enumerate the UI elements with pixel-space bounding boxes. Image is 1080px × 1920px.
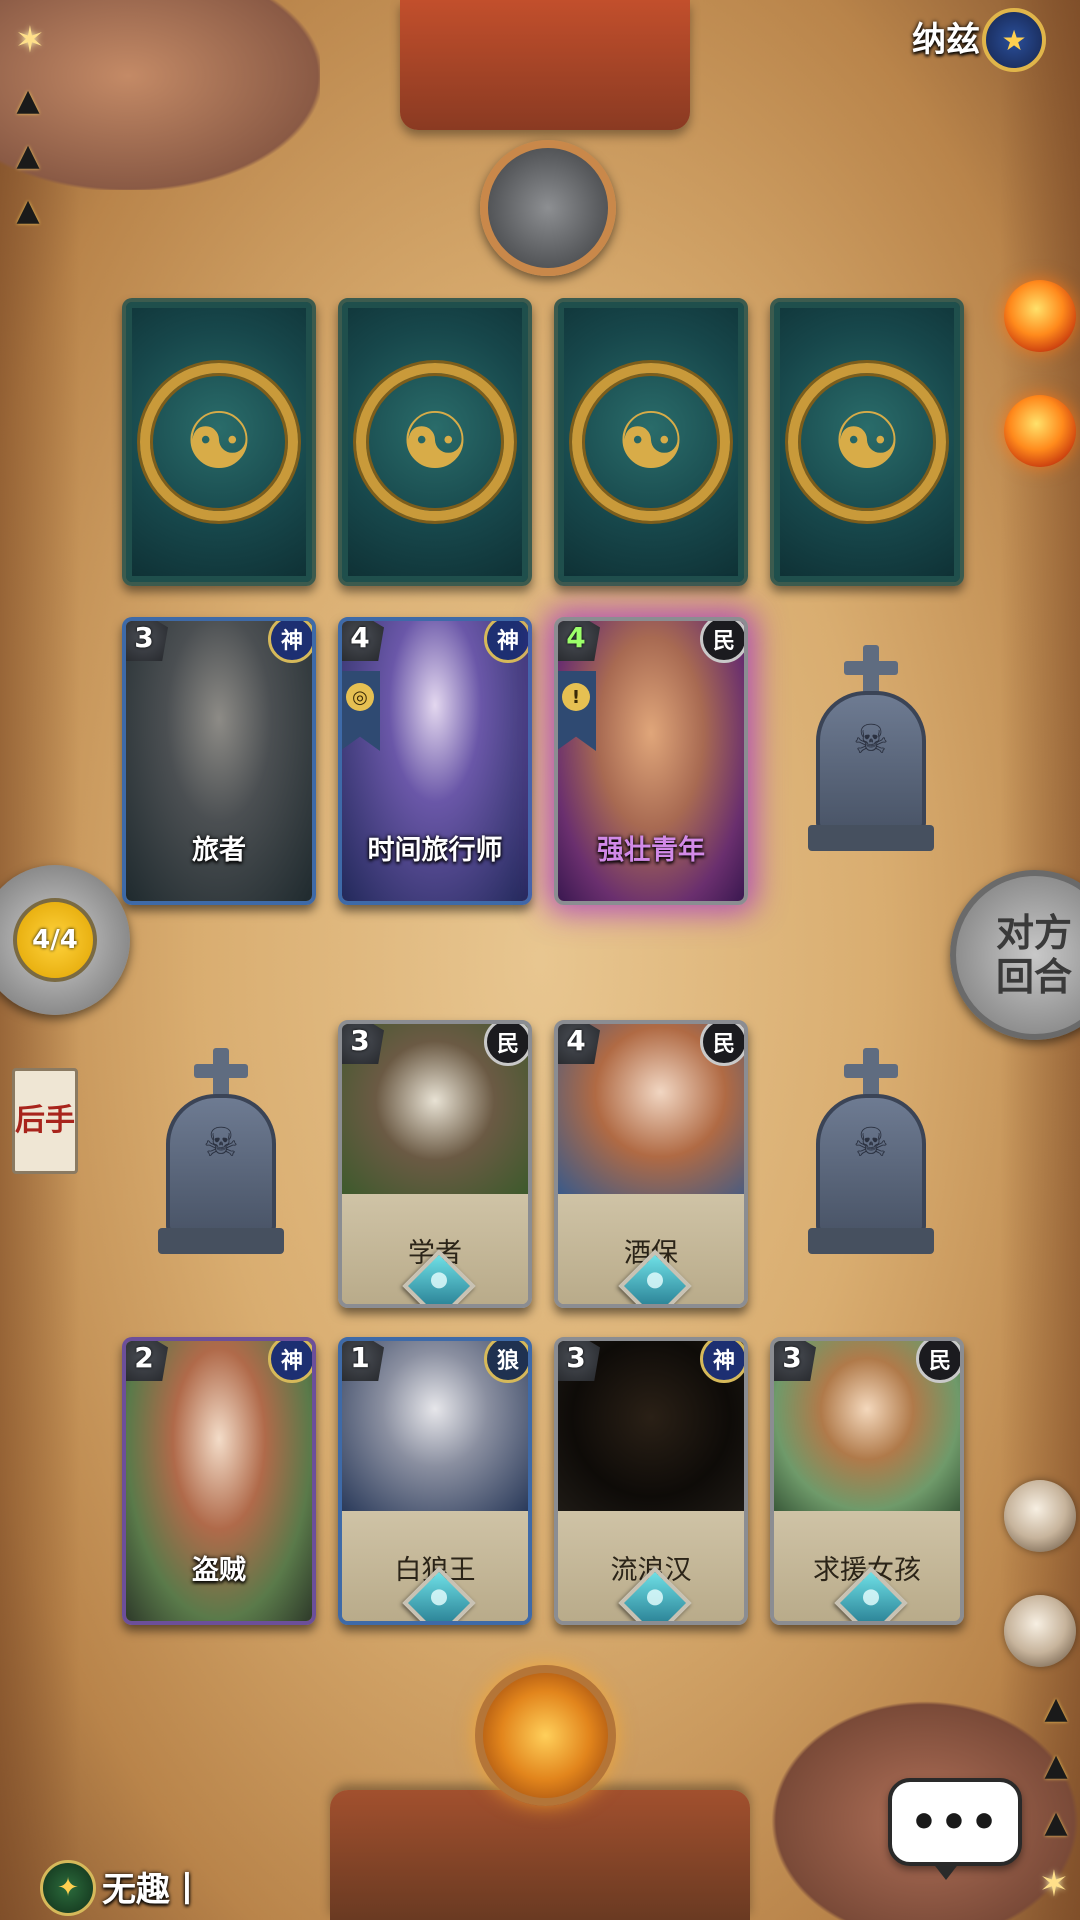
opponent-saloon-building: [400, 0, 690, 130]
end-turn-label: 对方回合: [995, 911, 1072, 999]
card-name: 强壮青年: [597, 835, 705, 866]
wolf-token-icon: ▲: [16, 82, 40, 118]
wolf-crest-icon: ☯: [788, 363, 946, 521]
card-faction-badge: 民: [700, 1024, 744, 1066]
card-cost: 3: [558, 1341, 600, 1381]
card-faction-badge: 神: [268, 1341, 312, 1383]
chat-button[interactable]: •••: [888, 1778, 1022, 1880]
card-faction-badge: 狼: [484, 1341, 528, 1383]
opponent-name: 纳兹: [912, 20, 980, 60]
card-faction-badge: 神: [268, 621, 312, 663]
card-cost: 2: [126, 1341, 168, 1381]
card-cost: 3: [126, 621, 168, 661]
skull-icon: ☠: [816, 691, 926, 831]
card-cost: 1: [342, 1341, 384, 1381]
mana-orb-icon: [1004, 280, 1076, 352]
wolf-crest-icon: ☯: [572, 363, 730, 521]
target-icon: ◎: [346, 683, 374, 711]
mana-orb-empty-icon: [1004, 1480, 1076, 1552]
wolf-token-icon: ▲: [16, 192, 40, 228]
card-cost: 4: [558, 621, 600, 661]
star-icon: ✶: [1038, 1863, 1070, 1905]
card-faction-badge: 民: [484, 1024, 528, 1066]
card-faction-badge: 民: [700, 621, 744, 663]
opponent-hand-card: ☯: [338, 298, 532, 586]
card-name: 盗贼: [192, 1555, 246, 1586]
card-faction-badge: 民: [916, 1341, 960, 1383]
wolf-token-icon: ▲: [16, 137, 40, 173]
turn-order-tag: 后手: [12, 1068, 78, 1174]
opponent-hand-card: ☯: [554, 298, 748, 586]
alert-icon: !: [562, 683, 590, 711]
turn-counter-badge: 4/4: [0, 865, 130, 1015]
book-icon: ★: [1001, 23, 1027, 57]
empty-slot-tombstone: ☠: [808, 1048, 934, 1258]
opponent-board-card[interactable]: ◎ 4 神 时间旅行师: [338, 617, 532, 905]
opponent-board-card[interactable]: 3 神 旅者: [122, 617, 316, 905]
empty-slot-tombstone: ☠: [808, 645, 934, 855]
player-hand-card[interactable]: 3 民 求援女孩: [770, 1337, 964, 1625]
opponent-hand-card: ☯: [770, 298, 964, 586]
opponent-hero-medallion[interactable]: [480, 140, 616, 276]
compass-icon: ✦: [57, 1873, 79, 1903]
card-faction-badge: 神: [700, 1341, 744, 1383]
player-name: 无趣丨: [102, 1870, 204, 1910]
player-avatar[interactable]: ✦: [40, 1860, 96, 1916]
opponent-hand-card: ☯: [122, 298, 316, 586]
player-board-card[interactable]: 4 民 酒保: [554, 1020, 748, 1308]
player-hand-card[interactable]: 2 神 盗贼: [122, 1337, 316, 1625]
card-cost: 3: [774, 1341, 816, 1381]
card-name: 时间旅行师: [367, 835, 503, 866]
skull-icon: ☠: [166, 1094, 276, 1234]
wolf-crest-icon: ☯: [356, 363, 514, 521]
player-hand-card[interactable]: 3 神 流浪汉: [554, 1337, 748, 1625]
player-saloon-building: [330, 1790, 750, 1920]
wolf-token-icon: ▲: [1044, 1690, 1068, 1726]
skull-icon: ☠: [816, 1094, 926, 1234]
card-faction-badge: 神: [484, 621, 528, 663]
empty-slot-tombstone: ☠: [158, 1048, 284, 1258]
opponent-avatar[interactable]: ★: [982, 8, 1046, 72]
mana-orb-icon: [1004, 395, 1076, 467]
player-hand-card[interactable]: 1 狼 白狼王: [338, 1337, 532, 1625]
opponent-board-card[interactable]: ! 4 民 强壮青年: [554, 617, 748, 905]
wolf-token-icon: ▲: [1044, 1804, 1068, 1840]
card-cost: 3: [342, 1024, 384, 1064]
player-hero-medallion[interactable]: [475, 1665, 616, 1806]
star-icon: ✶: [14, 19, 46, 61]
card-cost: 4: [342, 621, 384, 661]
wolf-crest-icon: ☯: [140, 363, 298, 521]
end-turn-button[interactable]: 对方回合: [950, 870, 1080, 1040]
wolf-token-icon: ▲: [1044, 1747, 1068, 1783]
chat-ellipsis-icon: •••: [909, 1796, 1001, 1848]
card-cost: 4: [558, 1024, 600, 1064]
turn-counter: 4/4: [13, 898, 97, 982]
player-board-card[interactable]: 3 民 学者: [338, 1020, 532, 1308]
card-name: 旅者: [192, 835, 246, 866]
mana-orb-empty-icon: [1004, 1595, 1076, 1667]
